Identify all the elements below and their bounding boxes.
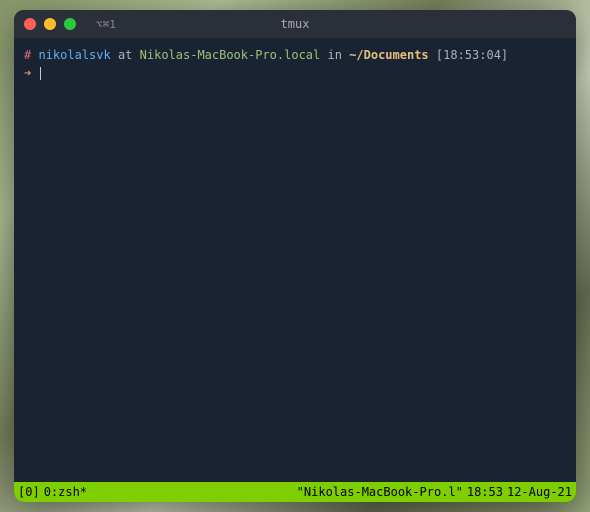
status-window: 0:zsh* <box>44 485 87 499</box>
terminal-body[interactable]: # nikolalsvk at Nikolas-MacBook-Pro.loca… <box>14 38 576 482</box>
prompt-arrow: ➜ <box>24 66 31 80</box>
prompt-in: in <box>328 48 342 62</box>
prompt-path: ~/Documents <box>349 48 428 62</box>
status-clock: 18:53 <box>467 485 503 499</box>
status-hostname: "Nikolas-MacBook-Pro.l" <box>297 485 463 499</box>
prompt-at: at <box>118 48 132 62</box>
close-icon[interactable] <box>24 18 36 30</box>
prompt-time: [18:53:04] <box>436 48 508 62</box>
prompt-line: # nikolalsvk at Nikolas-MacBook-Pro.loca… <box>24 46 566 64</box>
minimize-icon[interactable] <box>44 18 56 30</box>
status-session: [0] <box>18 485 40 499</box>
maximize-icon[interactable] <box>64 18 76 30</box>
tmux-statusbar: [0] 0:zsh* "Nikolas-MacBook-Pro.l" 18:53… <box>14 482 576 502</box>
status-left: [0] 0:zsh* <box>18 485 87 499</box>
traffic-lights <box>24 18 76 30</box>
window-title: tmux <box>281 17 310 31</box>
cursor-icon <box>40 67 41 80</box>
titlebar: ⌥⌘1 tmux <box>14 10 576 38</box>
tab-label: ⌥⌘1 <box>96 18 116 31</box>
prompt-hash: # <box>24 48 31 62</box>
status-date: 12-Aug-21 <box>507 485 572 499</box>
input-line: ➜ <box>24 64 566 82</box>
terminal-window: ⌥⌘1 tmux # nikolalsvk at Nikolas-MacBook… <box>14 10 576 502</box>
status-right: "Nikolas-MacBook-Pro.l" 18:53 12-Aug-21 <box>297 485 572 499</box>
prompt-user: nikolalsvk <box>38 48 110 62</box>
prompt-host: Nikolas-MacBook-Pro.local <box>140 48 321 62</box>
